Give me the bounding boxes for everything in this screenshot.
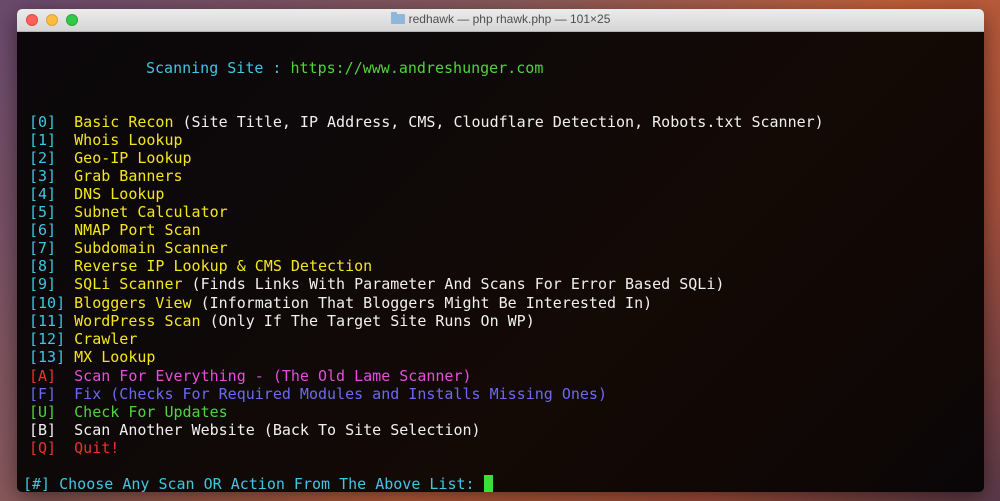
menu-item-key: [5] <box>29 203 57 222</box>
menu-item-name: MX Lookup <box>74 347 156 366</box>
menu-item-key: [3] <box>29 167 57 186</box>
action-key: [F] <box>29 385 57 403</box>
menu-item-name: Crawler <box>74 329 138 348</box>
menu-item: [5] Subnet Calculator <box>29 203 228 221</box>
menu-item-key: [8] <box>29 257 57 276</box>
menu-item-name: Subnet Calculator <box>74 203 228 222</box>
action-label: Scan Another Website (Back To Site Selec… <box>74 421 481 439</box>
menu-item: [3] Grab Banners <box>29 167 183 185</box>
menu-item-desc: (Finds Links With Parameter And Scans Fo… <box>182 275 725 294</box>
action-key: [Q] <box>29 439 57 457</box>
menu-item: [13] MX Lookup <box>29 348 155 366</box>
action-key: [U] <box>29 403 57 421</box>
menu-item-key: [11] <box>29 311 66 330</box>
menu-item-desc: (Information That Bloggers Might Be Inte… <box>191 293 653 312</box>
menu-item: [1] Whois Lookup <box>29 131 183 149</box>
action-label: Fix (Checks For Required Modules and Ins… <box>74 385 607 403</box>
action-check-updates: [U] Check For Updates <box>29 403 228 421</box>
window-title: redhawk — php rhawk.php — 101×25 <box>17 12 984 26</box>
text-cursor <box>483 475 493 492</box>
menu-item-key: [0] <box>29 113 57 131</box>
action-scan-another: [B] Scan Another Website (Back To Site S… <box>29 421 481 439</box>
action-label: Quit! <box>74 439 120 457</box>
scan-label: Scanning Site : <box>146 59 291 77</box>
menu-item-name: Reverse IP Lookup & CMS Detection <box>74 257 373 276</box>
terminal-window: redhawk — php rhawk.php — 101×25 Scannin… <box>17 9 984 492</box>
menu-item-key: [10] <box>29 293 66 312</box>
menu-item-name: SQLi Scanner <box>74 275 183 294</box>
action-quit: [Q] Quit! <box>29 439 119 457</box>
menu-item: [11] WordPress Scan (Only If The Target … <box>29 312 535 330</box>
menu-item-name: Subdomain Scanner <box>74 239 228 258</box>
menu-item: [2] Geo-IP Lookup <box>29 149 192 167</box>
menu-item-key: [9] <box>29 275 57 294</box>
terminal-output[interactable]: Scanning Site : https://www.andreshunger… <box>17 32 984 492</box>
menu-item-key: [2] <box>29 149 57 168</box>
menu-item: [6] NMAP Port Scan <box>29 221 201 239</box>
menu-item-key: [6] <box>29 221 57 240</box>
action-label: Scan For Everything - (The Old Lame Scan… <box>74 367 472 385</box>
menu-item-key: [4] <box>29 185 57 204</box>
menu-item-name: Whois Lookup <box>74 131 183 150</box>
window-title-text: redhawk — php rhawk.php — 101×25 <box>408 12 611 26</box>
menu-item-name: NMAP Port Scan <box>74 221 201 240</box>
menu-item-name: Geo-IP Lookup <box>74 149 192 168</box>
action-key: [B] <box>29 421 57 439</box>
prompt-text: [#] Choose Any Scan OR Action From The A… <box>23 475 484 492</box>
menu-item: [8] Reverse IP Lookup & CMS Detection <box>29 257 372 275</box>
menu-item-key: [13] <box>29 347 66 366</box>
action-scan-everything: [A] Scan For Everything - (The Old Lame … <box>29 367 472 385</box>
menu-item-name: DNS Lookup <box>74 185 165 204</box>
menu-item-key: [7] <box>29 239 57 258</box>
menu-item-name: WordPress Scan <box>74 311 201 330</box>
menu-item-name: Basic Recon <box>74 113 174 131</box>
scan-target-line: Scanning Site : https://www.andreshunger… <box>146 59 543 77</box>
title-bar: redhawk — php rhawk.php — 101×25 <box>17 9 984 32</box>
menu-item: [7] Subdomain Scanner <box>29 239 228 257</box>
menu-item-name: Grab Banners <box>74 167 183 186</box>
menu-item: [9] SQLi Scanner (Finds Links With Param… <box>29 275 724 293</box>
menu-item: [10] Bloggers View (Information That Blo… <box>29 294 652 312</box>
menu-item: [0] Basic Recon (Site Title, IP Address,… <box>29 113 824 131</box>
folder-icon <box>390 12 405 24</box>
menu-item-desc: (Only If The Target Site Runs On WP) <box>200 311 535 330</box>
menu-item-key: [12] <box>29 329 66 348</box>
action-label: Check For Updates <box>74 403 228 421</box>
action-fix: [F] Fix (Checks For Required Modules and… <box>29 385 607 403</box>
menu-item-key: [1] <box>29 131 57 150</box>
command-prompt[interactable]: [#] Choose Any Scan OR Action From The A… <box>23 475 493 492</box>
menu-item-name: Bloggers View <box>74 293 192 312</box>
scan-url: https://www.andreshunger.com <box>290 59 544 77</box>
action-key: [A] <box>29 367 57 385</box>
menu-item: [12] Crawler <box>29 330 137 348</box>
menu-item: [4] DNS Lookup <box>29 185 164 203</box>
menu-item-desc: (Site Title, IP Address, CMS, Cloudflare… <box>173 113 824 131</box>
